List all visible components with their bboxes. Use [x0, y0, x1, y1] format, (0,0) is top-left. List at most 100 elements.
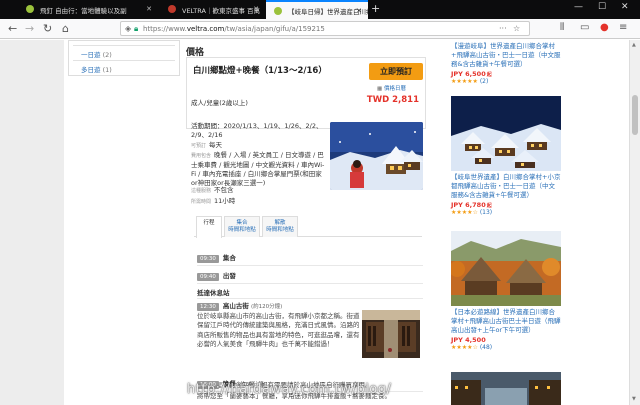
book-now-button[interactable]: 立即預訂 — [369, 63, 423, 80]
bookmark-star-icon[interactable]: ☆ — [513, 24, 520, 33]
shield-icon[interactable]: ◈ — [125, 24, 131, 33]
product-photo-snow-village[interactable] — [330, 122, 423, 190]
price-text: JPY 4,500 — [451, 336, 486, 344]
schedule-subheading: 抵達休息站 — [197, 289, 230, 297]
info-bookable: 可預訂 每天 — [191, 141, 326, 151]
scrollbar-thumb[interactable] — [632, 95, 638, 135]
browser-tab-bar: 飛釘 自由行：當地體驗以及副 ✕ VELTRA｜歡東京盛事 百萬 ✕ 【岐阜日帰… — [0, 0, 640, 19]
schedule-item: 09:30 集合 — [197, 252, 236, 263]
schedule-title: 集合 — [222, 254, 236, 262]
related-tour-title[interactable]: 【漫遊岐阜】世界遺產白川鄉合掌村+飛驒高山古街・巴士一日遊（中文服務&含古雜貨+… — [451, 42, 561, 69]
tab-favicon-icon — [168, 5, 176, 13]
reload-icon[interactable]: ↻ — [43, 22, 52, 35]
info-value: 11小時 — [214, 197, 236, 205]
related-tour-photo[interactable] — [451, 372, 561, 405]
duration-count: (1) — [102, 66, 112, 74]
url-prefix: https://www. — [143, 24, 187, 33]
minimize-icon[interactable]: — — [574, 2, 583, 12]
page-actions-icon[interactable]: ··· — [499, 24, 507, 33]
related-tour-price: JPY 6,780起 — [451, 201, 561, 209]
info-label: 活動期間： — [191, 122, 224, 130]
rating-stars-icon: ★★★★☆ — [451, 344, 478, 351]
left-margin — [0, 40, 64, 405]
schedule-item: 09:40 出發 — [197, 270, 236, 281]
extension-icon[interactable]: ● — [600, 22, 609, 33]
info-period: 活動期間：2020/1/13、1/19、1/26、2/2、2/9、2/16 — [191, 122, 323, 140]
stop-description: 位於岐阜縣高山市的高山古街，有飛驒小京都之稱。街道保留江戶時代的傳統建築與風格，… — [197, 312, 360, 349]
forward-icon[interactable]: → — [25, 22, 34, 35]
tab-favicon-icon — [26, 5, 34, 13]
close-icon[interactable]: ✕ — [146, 5, 152, 13]
old-town-photo[interactable] — [362, 310, 420, 358]
price-text: JPY 6,500 — [451, 70, 486, 78]
related-tour-title[interactable]: 【日本必遊路線】世界遺產白川鄉合掌村+飛驒高山古街巴士半日遊（飛驒高山出發+上午… — [451, 308, 561, 335]
browser-nav-bar: ← → ↻ ⌂ ◈ 🔒︎ https://www. veltra.com /tw… — [0, 19, 640, 39]
url-path: /tw/asia/japan/gifu/a/159215 — [224, 24, 325, 33]
rating-count[interactable]: (13) — [480, 209, 492, 216]
duration-filter: 一日遊 (2) 多日遊 (1) — [68, 40, 180, 76]
related-tour-photo[interactable] — [451, 96, 561, 171]
price-box: 白川鄉點燈+晚餐（1/13～2/16） 立即預訂 價格日曆 成人/兒童(2歲以上… — [186, 57, 426, 129]
price-value: TWD 2,811 — [366, 95, 419, 105]
library-icon[interactable]: ⫴ — [560, 22, 564, 33]
duration-label: 多日遊 — [81, 66, 101, 74]
sidebar-toggle-icon[interactable]: ▭ — [580, 22, 589, 33]
duration-label: 一日遊 — [81, 51, 101, 59]
maximize-icon[interactable]: ☐ — [598, 2, 606, 12]
browser-tab-3[interactable]: 【岐阜日帰】世界遺産白川郷お ✕ — [266, 0, 368, 19]
info-included: 費用包含 晚餐 / 入場 / 英文員工 / 日文導遊 / 巴士乘車費 / 觀光地圖… — [191, 151, 327, 188]
related-tour-price: JPY 4,500 — [451, 336, 561, 344]
related-tour-card[interactable]: 【漫遊岐阜】世界遺產白川鄉合掌村+飛驒高山古街・巴士一日遊（中文服務&含古雜貨+… — [451, 40, 561, 85]
new-tab-icon[interactable]: + — [371, 2, 380, 15]
lock-icon[interactable]: 🔒︎ — [134, 24, 138, 34]
duration-count: (2) — [102, 51, 112, 59]
menu-icon[interactable]: ≡ — [619, 22, 627, 33]
back-icon[interactable]: ← — [8, 22, 17, 35]
info-value: 每天 — [209, 141, 223, 149]
schedule-title: 出發 — [222, 272, 236, 280]
divider — [73, 60, 175, 61]
rating: ★★★★☆ (48) — [451, 344, 561, 351]
tab-meeting-point[interactable]: 集合 時間和地點 — [224, 216, 260, 237]
rating-stars-icon: ★★★★★ — [451, 78, 478, 85]
rating-count[interactable]: (2) — [480, 78, 489, 85]
itinerary-tabs: 行程 集合 時間和地點 解散 時間和地點 — [194, 216, 422, 238]
info-value: 晚餐 / 入場 / 英文員工 / 日文導遊 / 巴士乘車費 / 觀光地圖 / 中… — [191, 151, 325, 187]
scroll-down-icon[interactable]: ▼ — [632, 396, 636, 402]
related-tour-photo[interactable] — [451, 231, 561, 306]
divider — [197, 283, 423, 284]
url-bar[interactable]: ◈ 🔒︎ https://www. veltra.com /tw/asia/ja… — [120, 21, 530, 36]
rating-stars-icon: ★★★★☆ — [451, 209, 478, 216]
schedule-title: 高山古街 — [222, 302, 249, 310]
browser-tab-2[interactable]: VELTRA｜歡東京盛事 百萬 ✕ — [160, 0, 265, 19]
schedule-item: 12:30 高山古街 (約120分鐘) — [197, 300, 282, 311]
related-tour-title[interactable]: 【岐阜世界遺產】白川鄉合掌村+小京都飛驒高山古街・巴士一日遊（中文服務&含古雜貨… — [451, 173, 561, 200]
window-close-icon[interactable]: ✕ — [621, 2, 629, 12]
related-tour-card[interactable]: 【日本必遊路線】世界遺產白川鄉合掌村+飛驒高山古街巴士半日遊（飛驒高山出發+上午… — [451, 231, 561, 351]
close-icon[interactable]: ✕ — [253, 5, 259, 13]
tab-favicon-icon — [274, 7, 282, 15]
time-badge: 12:30 — [197, 303, 219, 311]
price-calendar-link[interactable]: 價格日曆 — [377, 84, 406, 92]
rating-count[interactable]: (48) — [480, 344, 492, 351]
tab-label: 飛釘 自由行：當地體驗以及副 — [40, 6, 127, 15]
time-badge: 09:40 — [197, 273, 219, 281]
tab-dispersal-point[interactable]: 解散 時間和地點 — [262, 216, 298, 237]
close-icon[interactable]: ✕ — [356, 7, 362, 15]
scroll-up-icon[interactable]: ▲ — [632, 42, 636, 48]
info-duration: 所需時間 11小時 — [191, 197, 326, 207]
duration-multi-day[interactable]: 多日遊 (1) — [81, 64, 112, 74]
related-tour-card[interactable] — [451, 372, 561, 405]
duration-one-day[interactable]: 一日遊 (2) — [81, 49, 112, 59]
tab-itinerary[interactable]: 行程 — [196, 216, 222, 238]
info-label: 費用包含 — [191, 153, 212, 159]
related-tour-card[interactable]: 【岐阜世界遺產】白川鄉合掌村+小京都飛驒高山古街・巴士一日遊（中文服務&含古雜貨… — [451, 96, 561, 216]
page-scrollbar[interactable]: ▲ ▼ — [629, 40, 640, 405]
home-icon[interactable]: ⌂ — [62, 22, 69, 35]
price-text: JPY 6,780 — [451, 201, 486, 209]
divider — [197, 298, 423, 299]
browser-tab-1[interactable]: 飛釘 自由行：當地體驗以及副 ✕ — [18, 0, 158, 19]
divider — [197, 265, 423, 266]
tab-label: VELTRA｜歡東京盛事 百萬 — [182, 6, 261, 15]
info-label: 所需時間 — [191, 199, 212, 205]
